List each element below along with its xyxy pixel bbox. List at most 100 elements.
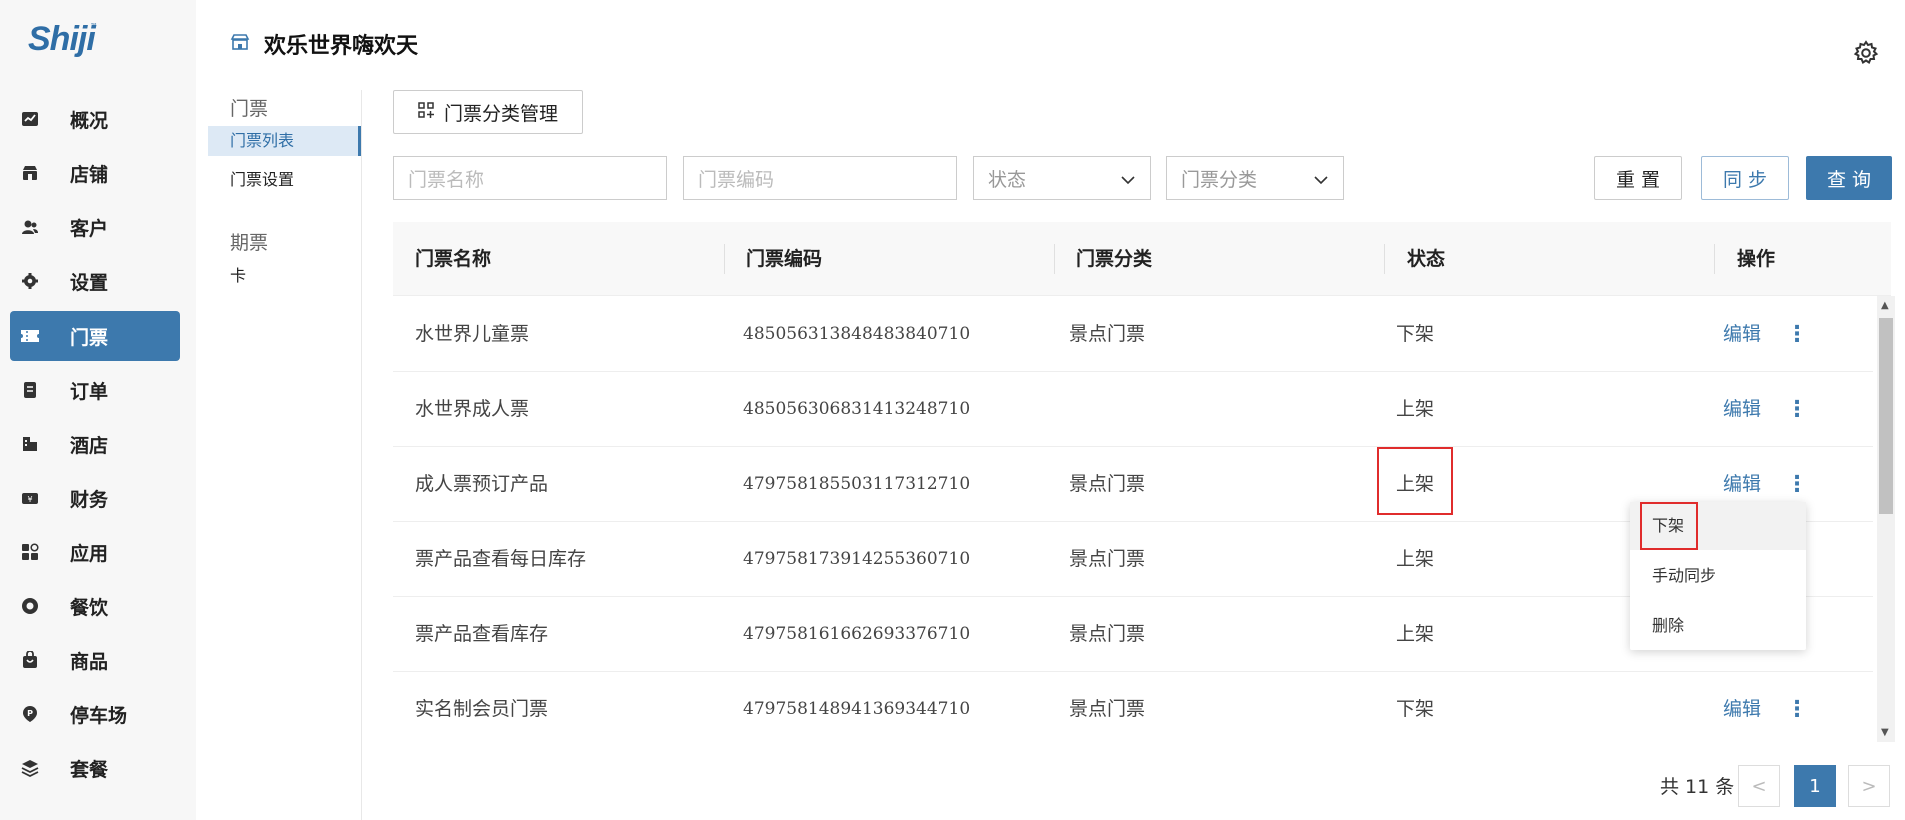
nav-label: 停车场 [70, 704, 128, 727]
scroll-up-icon[interactable]: ▲ [1881, 300, 1889, 311]
page-header: 欢乐世界嗨欢天 [230, 28, 418, 60]
nav-label: 酒店 [70, 434, 109, 457]
cell-name: 成人票预订产品 [415, 473, 549, 495]
svg-text:P: P [27, 709, 33, 718]
nav-label: 概况 [70, 109, 109, 132]
nav-item-settings[interactable]: 设置 [10, 256, 180, 306]
cell-status: 上架 [1396, 548, 1435, 570]
nav-label: 客户 [70, 217, 109, 240]
nav-item-apps[interactable]: 应用 [10, 527, 180, 577]
sub-group-tickets: 门票 [230, 98, 269, 120]
cell-name: 实名制会员门票 [415, 698, 549, 720]
scroll-down-icon[interactable]: ▼ [1881, 727, 1889, 738]
category-select-value: 门票分类 [1181, 168, 1258, 191]
settings-gear-icon[interactable] [1853, 40, 1879, 66]
cell-category: 景点门票 [1069, 698, 1146, 720]
status-select-value: 状态 [988, 168, 1027, 191]
nav-item-package[interactable]: 套餐 [10, 743, 180, 793]
store-icon [20, 163, 40, 183]
nav-item-tickets[interactable]: 门票 [10, 311, 180, 361]
nav-label: 餐饮 [70, 596, 109, 619]
ticket-code-input[interactable]: 门票编码 [683, 156, 957, 200]
category-manage-button[interactable]: 门票分类管理 [393, 90, 583, 134]
status-highlight-box [1377, 447, 1453, 515]
page-button-1[interactable]: 1 [1794, 765, 1836, 807]
column-header-code: 门票编码 [746, 248, 823, 270]
left-nav: Shiji ™ 概况 店铺 客户 设置 门票 订单 酒店 ¥ 财务 应用 餐饮 … [0, 0, 196, 820]
nav-label: 应用 [70, 542, 109, 565]
cell-name: 票产品查看库存 [415, 623, 549, 645]
cell-status: 下架 [1396, 698, 1435, 720]
nav-item-goods[interactable]: 商品 [10, 635, 180, 685]
category-manage-label: 门票分类管理 [443, 102, 558, 125]
order-icon [20, 380, 40, 400]
cell-code: 485056306831413248710 [743, 399, 971, 419]
nav-label: 订单 [70, 380, 109, 403]
cell-name: 票产品查看每日库存 [415, 548, 587, 570]
column-header-category: 门票分类 [1076, 248, 1153, 270]
nav-label: 门票 [70, 326, 109, 349]
nav-item-store[interactable]: 店铺 [10, 148, 180, 198]
sub-item-ticket-list[interactable]: 门票列表 [208, 126, 361, 156]
more-menu-icon[interactable]: ⋮ [1786, 672, 1808, 742]
reset-button[interactable]: 重 置 [1594, 156, 1682, 200]
ticket-name-input[interactable]: 门票名称 [393, 156, 667, 200]
query-button[interactable]: 查 询 [1806, 156, 1892, 200]
sub-item-ticket-settings[interactable]: 门票设置 [208, 165, 361, 195]
nav-label: 店铺 [70, 163, 109, 186]
column-divider [1714, 244, 1715, 274]
cell-status: 下架 [1396, 323, 1435, 345]
table-scrollbar[interactable]: ▲ ▼ [1877, 296, 1895, 742]
edit-link[interactable]: 编辑 [1723, 297, 1761, 372]
hotel-icon [20, 434, 40, 454]
sync-button[interactable]: 同 步 [1701, 156, 1789, 200]
more-menu-icon[interactable]: ⋮ [1786, 297, 1808, 372]
chevron-down-icon [1120, 171, 1136, 193]
chart-icon [20, 109, 40, 129]
sub-nav: 门票 门票列表 门票设置 期票 卡 [208, 90, 362, 820]
scrollbar-thumb[interactable] [1879, 318, 1893, 514]
status-select[interactable]: 状态 [973, 156, 1151, 200]
edit-link[interactable]: 编辑 [1723, 672, 1761, 742]
nav-item-finance[interactable]: ¥ 财务 [10, 473, 180, 523]
nav-item-customers[interactable]: 客户 [10, 202, 180, 252]
nav-item-parking[interactable]: P 停车场 [10, 689, 180, 739]
nav-item-orders[interactable]: 订单 [10, 365, 180, 415]
more-menu-icon[interactable]: ⋮ [1786, 372, 1808, 447]
nav-item-overview[interactable]: 概况 [10, 94, 180, 144]
users-icon [20, 217, 40, 237]
column-divider [1384, 244, 1385, 274]
menu-item-manual-sync[interactable]: 手动同步 [1630, 552, 1806, 600]
column-divider [1054, 244, 1055, 274]
brand-tm: ™ [90, 22, 98, 31]
prev-page-button[interactable]: < [1738, 765, 1780, 807]
nav-label: 商品 [70, 650, 109, 673]
category-select[interactable]: 门票分类 [1166, 156, 1344, 200]
svg-text:¥: ¥ [27, 495, 32, 504]
finance-icon: ¥ [20, 488, 40, 508]
gear-icon [20, 271, 40, 291]
cell-category: 景点门票 [1069, 323, 1146, 345]
cell-code: 479758161662693376710 [743, 624, 971, 644]
menu-highlight-box [1640, 502, 1698, 550]
menu-item-delete[interactable]: 删除 [1630, 602, 1806, 650]
cell-name: 水世界成人票 [415, 398, 530, 420]
store-icon [230, 32, 250, 56]
grid-icon [418, 101, 434, 123]
cell-category: 景点门票 [1069, 473, 1146, 495]
edit-link[interactable]: 编辑 [1723, 372, 1761, 447]
cell-category: 景点门票 [1069, 623, 1146, 645]
nav-item-hotel[interactable]: 酒店 [10, 419, 180, 469]
next-page-button[interactable]: > [1848, 765, 1890, 807]
brand-logo[interactable]: Shiji [28, 20, 96, 59]
apps-icon [20, 542, 40, 562]
nav-item-dining[interactable]: 餐饮 [10, 581, 180, 631]
table-row: 水世界儿童票 485056313848483840710 景点门票 下架 编辑 … [393, 297, 1873, 372]
nav-label: 设置 [70, 271, 109, 294]
column-header-name: 门票名称 [415, 248, 492, 270]
nav-label: 套餐 [70, 758, 109, 781]
cell-code: 479758148941369344710 [743, 699, 971, 719]
total-count: 共 11 条 [1660, 776, 1735, 798]
sub-item-card[interactable]: 卡 [208, 261, 361, 291]
table-header: 门票名称 门票编码 门票分类 状态 操作 [393, 222, 1891, 296]
